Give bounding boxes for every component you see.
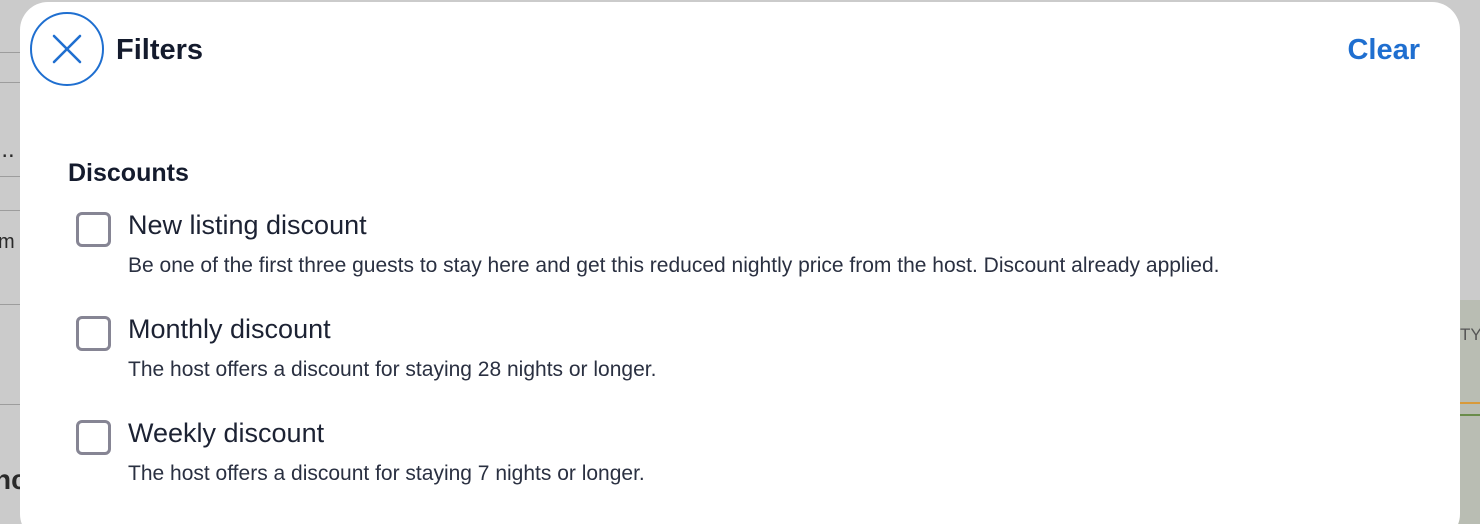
option-label[interactable]: Weekly discount bbox=[128, 416, 324, 450]
background-map-road bbox=[1458, 414, 1480, 416]
background-text: i.. bbox=[0, 136, 15, 163]
weekly-checkbox[interactable] bbox=[76, 420, 111, 455]
background-map-label: TY bbox=[1460, 325, 1480, 344]
option-label[interactable]: New listing discount bbox=[128, 208, 367, 242]
background-divider bbox=[0, 52, 22, 53]
section-title-discounts: Discounts bbox=[68, 159, 189, 187]
monthly-checkbox[interactable] bbox=[76, 316, 111, 351]
background-text: m bbox=[0, 231, 15, 253]
option-description: The host offers a discount for staying 7… bbox=[128, 462, 645, 485]
background-divider bbox=[0, 404, 22, 405]
clear-button[interactable]: Clear bbox=[1347, 32, 1420, 68]
option-description: Be one of the first three guests to stay… bbox=[128, 254, 1220, 277]
background-divider bbox=[0, 210, 22, 211]
background-divider bbox=[0, 304, 22, 305]
option-label[interactable]: Monthly discount bbox=[128, 312, 331, 346]
background-divider bbox=[0, 82, 22, 83]
background-map-road bbox=[1458, 402, 1480, 404]
close-button[interactable] bbox=[30, 12, 104, 86]
new-listing-checkbox[interactable] bbox=[76, 212, 111, 247]
background-divider bbox=[0, 176, 22, 177]
close-icon bbox=[52, 34, 82, 64]
option-description: The host offers a discount for staying 2… bbox=[128, 358, 657, 381]
background-map: TY bbox=[1458, 300, 1480, 524]
modal-title: Filters bbox=[116, 34, 204, 66]
filters-modal: Filters Clear Discounts New listing disc… bbox=[20, 2, 1460, 524]
